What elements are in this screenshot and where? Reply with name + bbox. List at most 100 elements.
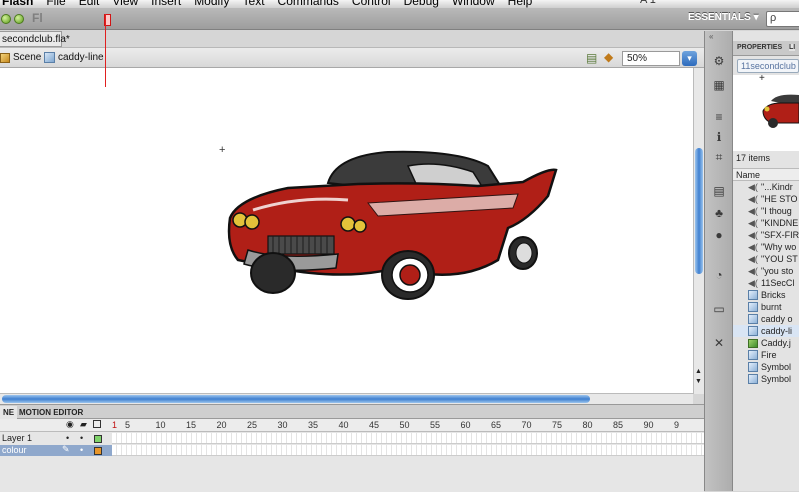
motion-presets-icon[interactable]: ◔ <box>710 267 728 283</box>
frame-number[interactable]: 1 <box>112 420 117 430</box>
layer-color-swatch[interactable] <box>94 447 102 455</box>
frame-number[interactable]: 10 <box>156 420 166 430</box>
layer-name[interactable]: colour ✎ • <box>0 444 112 456</box>
library-item[interactable]: ◀("YOU ST <box>733 253 799 265</box>
library-item[interactable]: Caddy.j <box>733 337 799 349</box>
eye-icon[interactable]: ◉ <box>66 419 74 430</box>
library-item[interactable]: Symbol <box>733 361 799 373</box>
menu-item-modify[interactable]: Modify <box>194 0 229 8</box>
library-document-dropdown[interactable]: 11secondclub <box>737 59 799 73</box>
edit-symbols-icon[interactable]: ▤ <box>586 51 597 65</box>
layer-frames[interactable] <box>112 445 704 456</box>
library-item[interactable]: Bricks <box>733 289 799 301</box>
stage[interactable]: + <box>0 68 693 393</box>
menu-item-control[interactable]: Control <box>352 0 391 8</box>
library-item[interactable]: burnt <box>733 301 799 313</box>
components-panel-icon[interactable]: ♣ <box>710 205 728 221</box>
frame-number[interactable]: 25 <box>247 420 257 430</box>
layer-frames[interactable] <box>112 433 704 444</box>
library-item[interactable]: Fire <box>733 349 799 361</box>
tools-panel-icon[interactable]: ✕ <box>710 335 728 351</box>
frame-number[interactable]: 20 <box>217 420 227 430</box>
library-item[interactable]: ◀("SFX-FIR <box>733 229 799 241</box>
menu-item-file[interactable]: File <box>46 0 65 8</box>
frame-number[interactable]: 35 <box>308 420 318 430</box>
frame-number[interactable]: 9 <box>674 420 679 430</box>
library-item[interactable]: ◀("...Kindr <box>733 181 799 193</box>
menu-item-insert[interactable]: Insert <box>151 0 181 8</box>
breadcrumb-scene[interactable]: Scene 1 <box>0 52 50 63</box>
horizontal-scroll-thumb[interactable] <box>2 395 590 403</box>
menu-item-edit[interactable]: Edit <box>79 0 100 8</box>
output-panel-icon[interactable]: ▭ <box>710 301 728 317</box>
zoom-dropdown-button[interactable]: ▾ <box>682 51 697 66</box>
frame-number[interactable]: 70 <box>522 420 532 430</box>
transform-panel-icon[interactable]: ⌗ <box>710 149 728 165</box>
library-item[interactable]: ◀("you sto <box>733 265 799 277</box>
menu-item-view[interactable]: View <box>112 0 138 8</box>
stage-vertical-scrollbar[interactable]: ▲ ▼ <box>693 68 704 394</box>
frame-number[interactable]: 30 <box>278 420 288 430</box>
layer-row-layer-1[interactable]: Layer 1 • • <box>0 433 704 444</box>
tab-library[interactable]: LI <box>789 44 796 51</box>
actions-panel-icon[interactable]: ▤ <box>710 183 728 199</box>
stage-horizontal-scrollbar[interactable] <box>0 393 693 404</box>
edit-scene-icon[interactable]: ◆ <box>604 50 613 64</box>
library-item[interactable]: ◀(11SecCl <box>733 277 799 289</box>
layer-lock-dot[interactable]: • <box>80 433 83 444</box>
tab-motion-editor[interactable]: MOTION EDITOR <box>16 406 86 419</box>
library-item[interactable]: ◀("Why wo <box>733 241 799 253</box>
layer-lock-dot[interactable]: • <box>80 445 83 456</box>
color-panel-icon[interactable]: ● <box>710 227 728 243</box>
frame-number[interactable]: 40 <box>339 420 349 430</box>
lock-icon[interactable]: ▰ <box>80 419 87 430</box>
outline-icon[interactable] <box>93 420 101 428</box>
frame-number[interactable]: 75 <box>552 420 562 430</box>
align-panel-icon[interactable]: ≡ <box>710 109 728 125</box>
breadcrumb-symbol[interactable]: caddy-line <box>44 52 104 63</box>
info-panel-icon[interactable]: ℹ <box>710 129 728 145</box>
tab-properties[interactable]: PROPERTIES <box>737 44 782 51</box>
menu-item-help[interactable]: Help <box>508 0 533 8</box>
scroll-down-arrow-icon[interactable]: ▼ <box>695 378 702 385</box>
library-column-header[interactable]: Name <box>733 168 799 181</box>
frame-number[interactable]: 65 <box>491 420 501 430</box>
menu-item-text[interactable]: Text <box>243 0 265 8</box>
layer-row-colour[interactable]: colour ✎ • <box>0 444 704 456</box>
frame-number[interactable]: 55 <box>430 420 440 430</box>
library-item[interactable]: Symbol <box>733 373 799 385</box>
menu-item-commands[interactable]: Commands <box>278 0 339 8</box>
frame-number[interactable]: 5 <box>125 420 130 430</box>
library-panel-icon[interactable]: ▦ <box>710 77 728 93</box>
vertical-scroll-thumb[interactable] <box>695 148 703 274</box>
window-minimize-light-icon[interactable] <box>14 14 24 24</box>
layer-name[interactable]: Layer 1 • • <box>0 433 112 444</box>
tab-timeline[interactable]: NE <box>0 406 18 419</box>
frame-ruler[interactable]: 1 5 10 15 20 25 30 35 40 45 50 55 60 65 70 75 80 85 90 9 <box>112 419 704 432</box>
library-item[interactable]: caddy o <box>733 313 799 325</box>
library-item[interactable]: ◀("I thoug <box>733 205 799 217</box>
library-item[interactable]: ◀("KINDNE <box>733 217 799 229</box>
frame-number[interactable]: 90 <box>644 420 654 430</box>
search-input[interactable]: ρ <box>766 11 799 27</box>
frame-number[interactable]: 85 <box>613 420 623 430</box>
document-tab[interactable]: secondclub.fla* <box>0 31 70 47</box>
playhead-line[interactable] <box>105 14 106 87</box>
frame-number[interactable]: 60 <box>461 420 471 430</box>
layer-color-swatch[interactable] <box>94 435 102 443</box>
scroll-up-arrow-icon[interactable]: ▲ <box>695 368 702 375</box>
library-item[interactable]: caddy-li <box>733 325 799 337</box>
layer-visible-dot[interactable]: • <box>66 433 69 444</box>
library-item[interactable]: ◀("HE STO <box>733 193 799 205</box>
workspace-switcher[interactable]: ESSENTIALS ▾ <box>688 12 759 23</box>
frame-number[interactable]: 45 <box>369 420 379 430</box>
frame-number[interactable]: 80 <box>583 420 593 430</box>
zoom-field[interactable]: 50% <box>622 51 680 66</box>
menu-item-window[interactable]: Window <box>452 0 495 8</box>
menu-item-flash[interactable]: Flash <box>2 0 33 8</box>
properties-panel-icon[interactable]: ⚙ <box>710 53 728 69</box>
collapse-icon[interactable]: « <box>709 32 713 41</box>
frame-number[interactable]: 15 <box>186 420 196 430</box>
frame-number[interactable]: 50 <box>400 420 410 430</box>
caddy-car-illustration[interactable] <box>218 148 564 303</box>
